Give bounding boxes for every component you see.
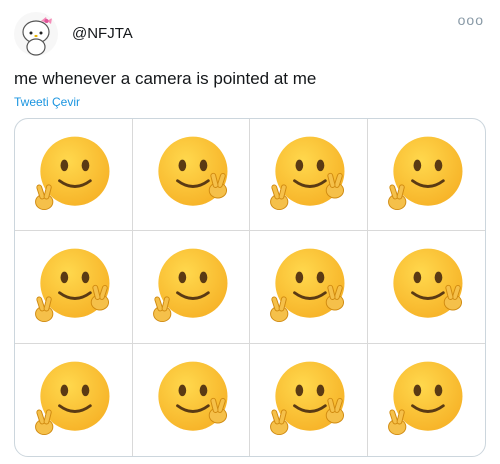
emoji-cell (132, 231, 250, 344)
emoji-cell (367, 231, 485, 344)
emoji-cell (15, 231, 133, 344)
smiling-face-peace-icon (158, 361, 228, 431)
emoji-cell (15, 343, 133, 456)
emoji-cell (250, 119, 368, 232)
emoji-cell (368, 344, 486, 456)
smiling-face-peace-icon (388, 361, 463, 435)
smiling-face-peace-icon (35, 248, 110, 323)
smiling-face-peace-icon (158, 136, 228, 206)
emoji-cell (250, 343, 368, 456)
tweet-image[interactable] (14, 118, 486, 457)
user-handle[interactable]: @NFJTA (72, 25, 133, 42)
tweet-header: @NFJTA ooo (14, 12, 486, 58)
emoji-cell (367, 119, 485, 232)
smiling-face-peace-icon (35, 136, 110, 210)
translate-link[interactable]: Tweeti Çevir (14, 95, 80, 109)
smiling-face-peace-icon (393, 248, 463, 318)
smiling-face-peace-icon (35, 361, 110, 435)
smiling-face-peace-icon (152, 248, 228, 323)
emoji-cell (132, 119, 250, 232)
more-options-icon[interactable]: ooo (458, 12, 484, 28)
emoji-cell (15, 119, 133, 232)
smiling-face-peace-icon (270, 361, 345, 435)
hello-kitty-icon (22, 17, 52, 56)
emoji-cell (250, 231, 368, 344)
smiling-face-peace-icon (388, 136, 463, 210)
emoji-grid (15, 119, 485, 456)
tweet-text: me whenever a camera is pointed at me (14, 69, 317, 88)
smiling-face-peace-icon (270, 248, 345, 323)
emoji-cell (133, 343, 250, 456)
avatar[interactable] (14, 12, 58, 56)
smiling-face-peace-icon (270, 136, 345, 210)
